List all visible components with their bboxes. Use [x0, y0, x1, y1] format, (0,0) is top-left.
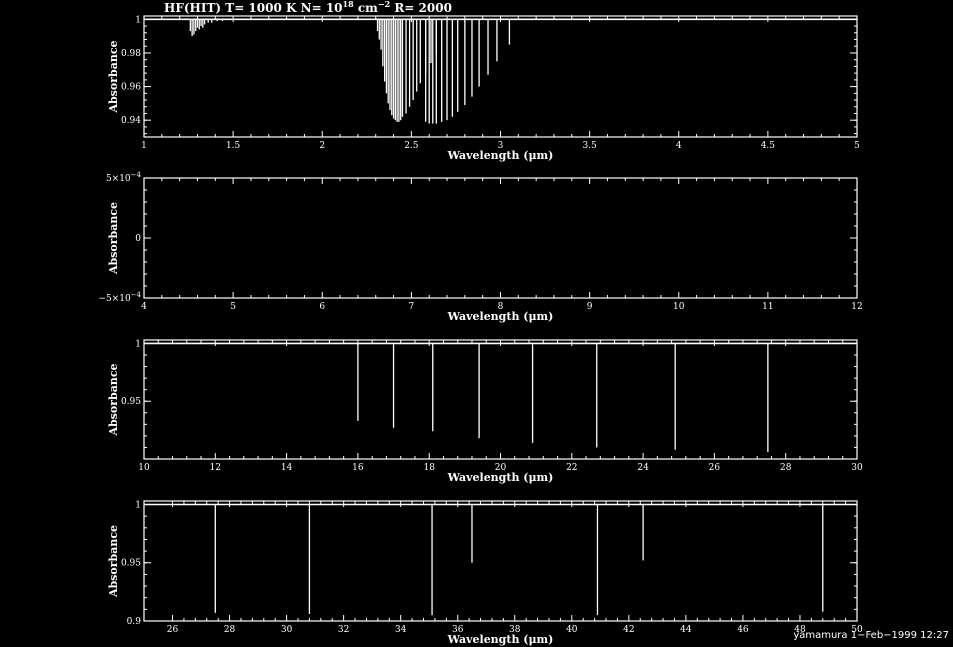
x-tick-label: 24 [637, 463, 649, 473]
title-prefix: HF(HIT) T= 1000 K N= 10 [164, 1, 343, 15]
y-axis-label: Absorbance [107, 40, 120, 113]
x-axis-label: Wavelength (μm) [447, 633, 554, 646]
x-tick-label: 46 [737, 625, 749, 635]
x-tick-label: 7 [409, 302, 415, 312]
x-axis-label: Wavelength (μm) [447, 310, 554, 323]
x-tick-label: 5 [230, 302, 236, 312]
x-axis-label: Wavelength (μm) [447, 471, 554, 484]
x-tick-label: 4 [141, 302, 147, 312]
title-n-exponent: 18 [343, 0, 355, 9]
x-tick-label: 3.5 [582, 141, 597, 151]
y-tick-label: 0.9 [127, 617, 142, 627]
x-axis-label: Wavelength (μm) [447, 149, 554, 162]
x-tick-label: 2.5 [404, 141, 419, 151]
x-tick-label: 26 [709, 463, 721, 473]
x-tick-label: 11 [762, 302, 773, 312]
y-tick-label: 1 [135, 15, 141, 25]
y-tick-label: 1 [135, 339, 141, 349]
y-tick-label: 0.98 [121, 49, 141, 59]
x-tick-label: 14 [281, 463, 293, 473]
footer-credit: yamamura 1−Feb−1999 12:27 [793, 630, 949, 641]
chart-panel-2: 4 5 6 7 8 9 10 11 12−5×10−405×10−4Wavelength (μm… [98, 171, 862, 323]
y-tick-label: −5×10−4 [98, 291, 141, 304]
y-tick-label: 5×10−4 [106, 171, 142, 184]
x-tick-label: 9 [587, 302, 593, 312]
panels-group: 1 1.5 2 2.5 3 3.5 4 4.5 50.940.960.981Wavelength… [98, 15, 863, 646]
plot-frame [143, 339, 858, 460]
plot-frame [143, 177, 858, 299]
figure-title: HF(HIT) T= 1000 K N= 1018 cm−2 R= 2000 [164, 0, 452, 15]
chart-panel-4: 26 28 30 32 34 36 38 40 42 44 46 48 500.90.951Wavele… [107, 500, 863, 646]
title-mid: cm [354, 1, 378, 15]
x-tick-label: 30 [851, 463, 863, 473]
y-tick-label: 1 [135, 500, 141, 510]
y-tick-label: 0.94 [121, 116, 141, 126]
x-tick-label: 32 [338, 625, 349, 635]
y-axis-label: Absorbance [107, 363, 120, 436]
x-tick-label: 18 [423, 463, 435, 473]
x-tick-label: 42 [623, 625, 634, 635]
x-tick-label: 22 [566, 463, 577, 473]
y-tick-label: 0.95 [121, 559, 141, 569]
title-unit-exponent: −2 [378, 0, 390, 9]
chart-panel-3: 10 12 14 16 18 20 22 24 26 28 300.951Wavelength (μ… [107, 339, 863, 484]
x-tick-label: 30 [281, 625, 293, 635]
x-tick-label: 44 [680, 625, 692, 635]
y-tick-label: 0 [135, 234, 141, 244]
x-tick-label: 10 [673, 302, 685, 312]
y-tick-label: 0.96 [121, 83, 141, 93]
x-tick-label: 26 [167, 625, 179, 635]
x-tick-label: 12 [851, 302, 862, 312]
x-tick-label: 6 [319, 302, 325, 312]
x-tick-label: 16 [352, 463, 364, 473]
x-tick-label: 28 [780, 463, 792, 473]
spectra-figure: HF(HIT) T= 1000 K N= 1018 cm−2 R= 2000 1… [98, 0, 949, 646]
x-tick-label: 12 [210, 463, 221, 473]
plot-frame [143, 15, 858, 138]
y-tick-label: 0.95 [121, 397, 141, 407]
x-tick-label: 1 [141, 141, 147, 151]
chart-panel-1: 1 1.5 2 2.5 3 3.5 4 4.5 50.940.960.981Wavelength… [107, 15, 860, 162]
x-tick-label: 40 [566, 625, 578, 635]
x-tick-label: 1.5 [226, 141, 241, 151]
plot-frame [143, 500, 858, 622]
x-tick-label: 2 [319, 141, 325, 151]
x-tick-label: 5 [854, 141, 860, 151]
x-tick-label: 4.5 [761, 141, 776, 151]
x-tick-label: 10 [138, 463, 150, 473]
y-axis-label: Absorbance [107, 525, 120, 598]
x-tick-label: 28 [224, 625, 236, 635]
x-tick-label: 4 [676, 141, 682, 151]
x-tick-label: 34 [395, 625, 407, 635]
title-suffix: R= 2000 [390, 1, 452, 15]
y-axis-label: Absorbance [107, 202, 120, 275]
